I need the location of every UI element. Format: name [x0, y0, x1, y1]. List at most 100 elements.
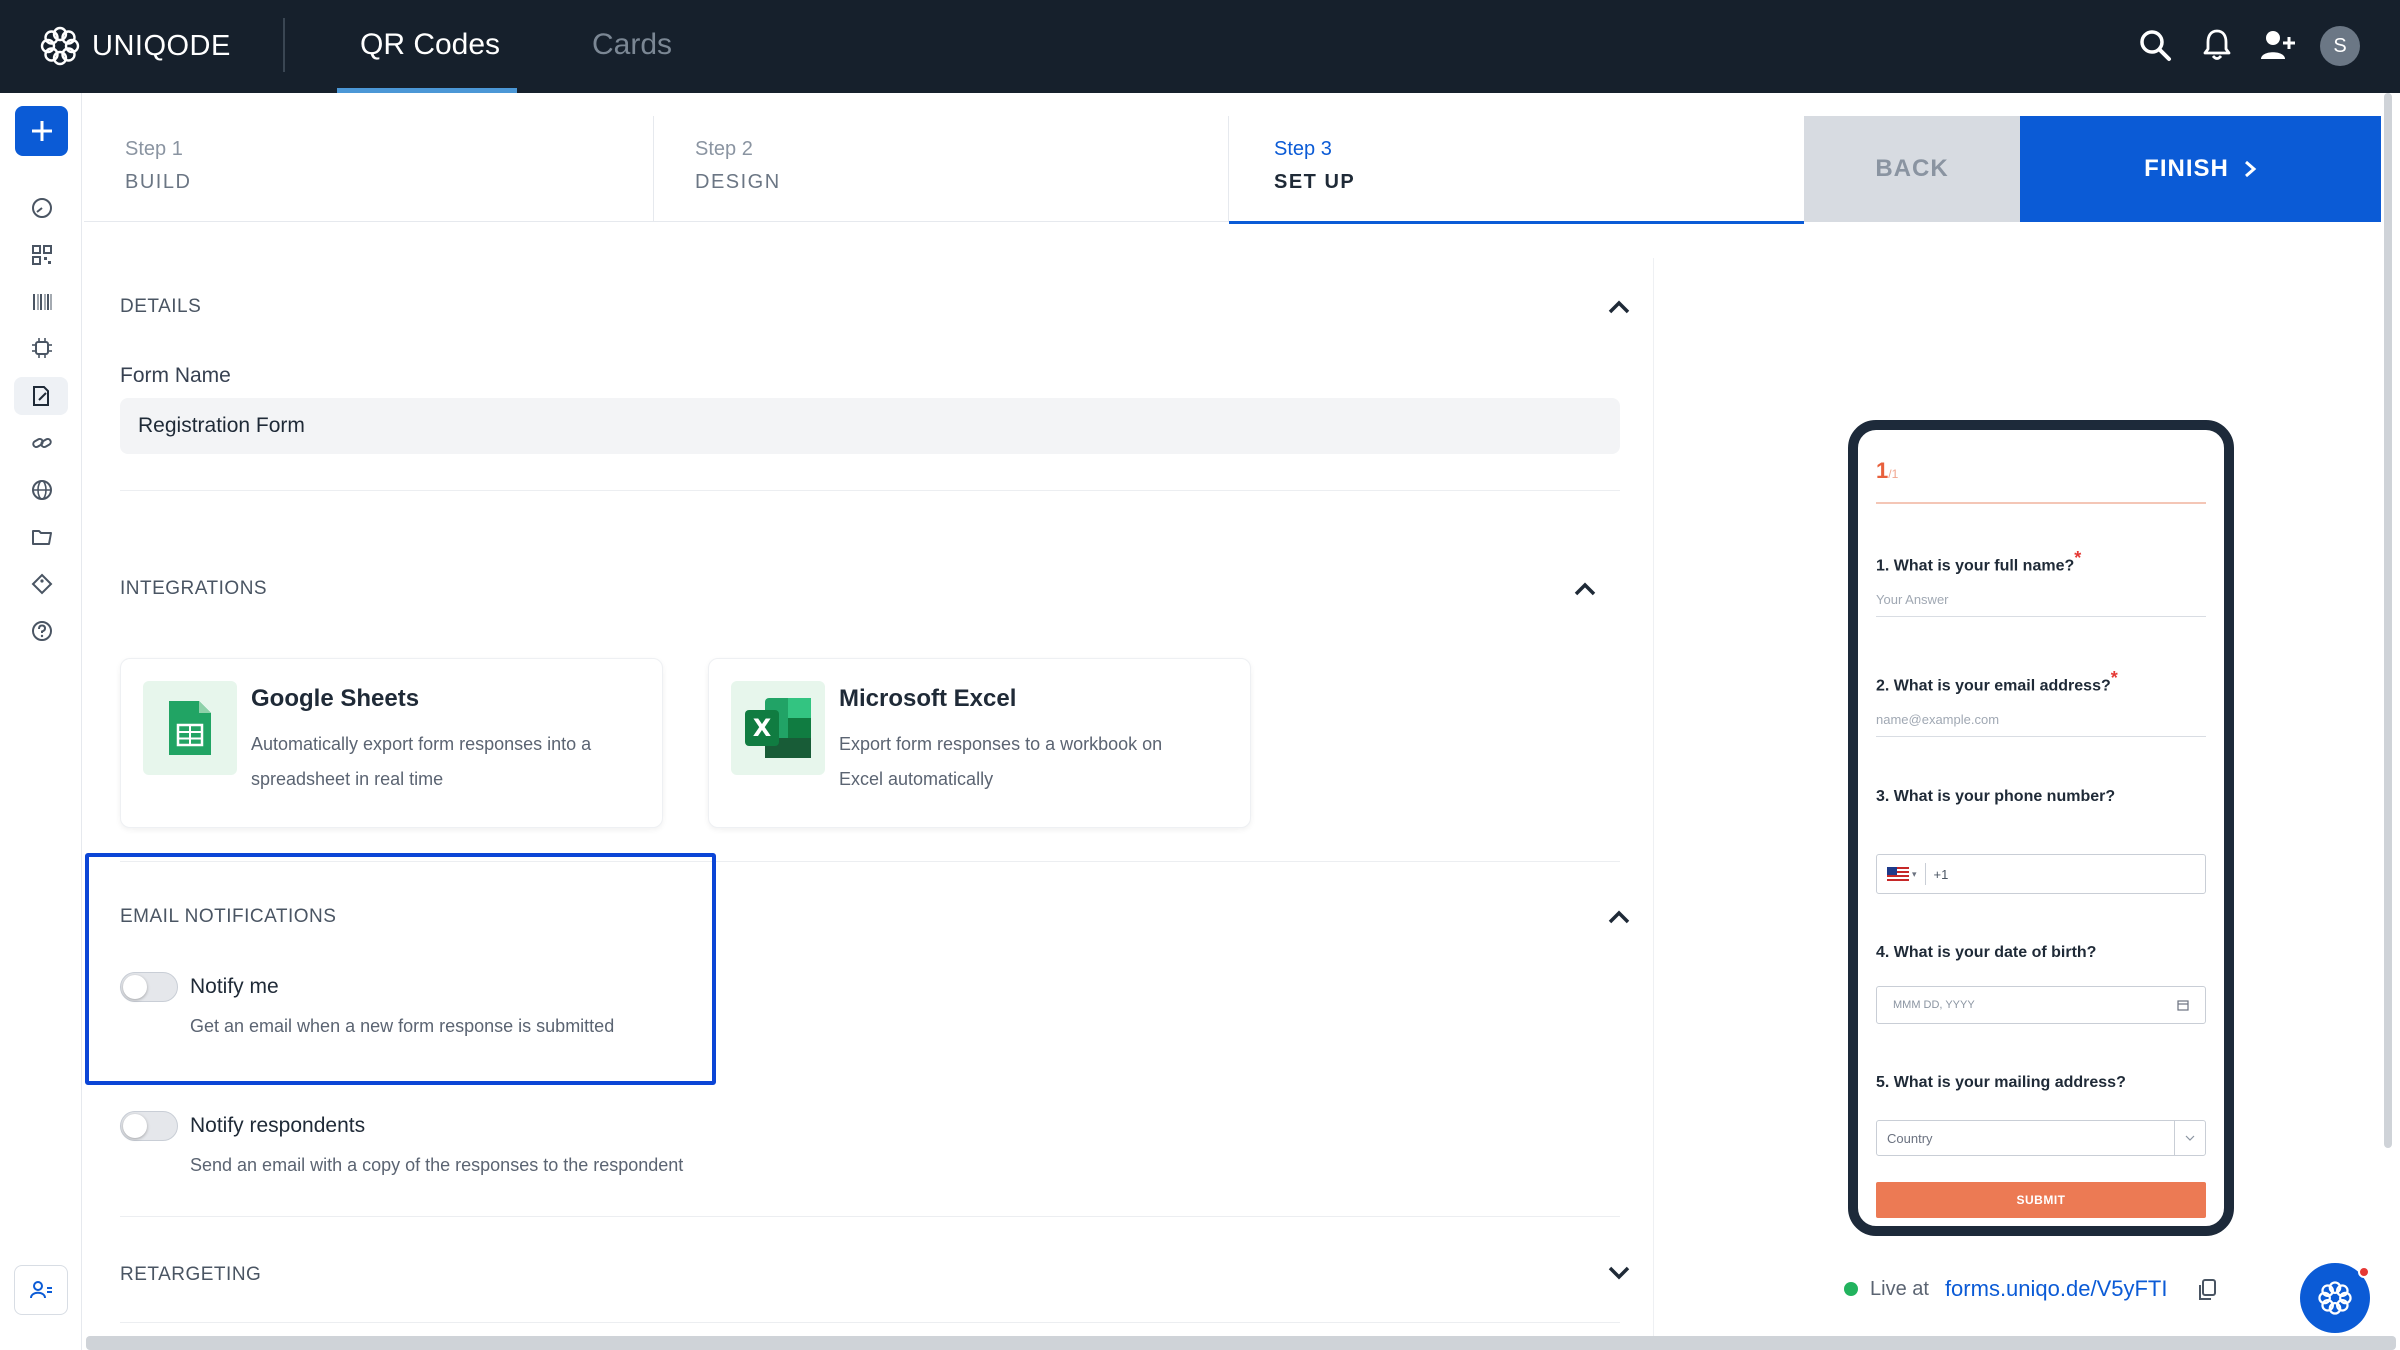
sidebar-item-barcodes[interactable]	[22, 283, 62, 321]
question-label: 2. What is your email address?	[1876, 677, 2111, 695]
email-notifications-section-title: EMAIL NOTIFICATIONS	[120, 906, 337, 927]
step-set-up[interactable]: Step 3 SET UP	[1229, 116, 1804, 224]
question-label: 1. What is your full name?	[1876, 557, 2075, 575]
sidebar-item-domains[interactable]	[22, 471, 62, 509]
page-total: /1	[1888, 467, 1899, 481]
uniqode-logo-icon	[40, 26, 80, 66]
qr-code-icon	[32, 245, 52, 265]
chevron-up-icon	[1608, 300, 1630, 314]
top-navigation-bar: UNIQODE QR Codes Cards S	[0, 0, 2400, 93]
page-current: 1	[1876, 458, 1889, 483]
excel-icon: X	[731, 681, 825, 775]
globe-icon	[32, 480, 52, 500]
form-name-input[interactable]: Registration Form	[120, 398, 1620, 454]
notify-me-toggle[interactable]	[120, 972, 178, 1002]
notify-me-description: Get an email when a new form response is…	[190, 1016, 615, 1036]
dashboard-icon	[32, 198, 52, 218]
sidebar-item-tags[interactable]	[22, 565, 62, 603]
sidebar-item-ai[interactable]	[22, 329, 62, 367]
field-divider	[1924, 863, 1926, 885]
horizontal-scrollbar[interactable]	[86, 1336, 2396, 1350]
sidebar-item-links[interactable]	[22, 424, 62, 462]
preview-question: 5. What is your mailing address?	[1876, 1074, 2126, 1091]
tab-qr-codes[interactable]: QR Codes	[360, 28, 500, 62]
svg-text:X: X	[753, 714, 772, 742]
step-name: BUILD	[125, 171, 192, 193]
step-name: DESIGN	[695, 171, 781, 193]
answer-underline	[1876, 616, 2206, 617]
section-divider	[120, 1216, 1620, 1217]
answer-placeholder: name@example.com	[1876, 712, 2000, 727]
barcode-icon	[33, 294, 52, 310]
back-button[interactable]: BACK	[1804, 116, 2020, 222]
country-placeholder: Country	[1887, 1130, 1933, 1146]
live-status-dot	[1844, 1282, 1858, 1296]
expand-retargeting-button[interactable]	[1604, 1258, 1634, 1288]
step-name: SET UP	[1274, 171, 1356, 193]
preview-question: 4. What is your date of birth?	[1876, 944, 2097, 961]
user-avatar[interactable]: S	[2320, 26, 2360, 66]
notification-dot	[2358, 1266, 2370, 1278]
chevron-right-icon	[2244, 160, 2257, 178]
notify-me-label: Notify me	[190, 975, 279, 998]
step-build[interactable]: Step 1 BUILD	[84, 116, 654, 222]
finish-button[interactable]: FINISH	[2020, 116, 2381, 222]
step-design[interactable]: Step 2 DESIGN	[654, 116, 1229, 222]
google-sheets-integration-card[interactable]: Google Sheets Automatically export form …	[120, 658, 663, 828]
preview-question: 3. What is your phone number?	[1876, 788, 2116, 805]
progress-line	[1876, 502, 2206, 504]
description-line: Export form responses to a workbook on	[839, 734, 1163, 754]
microsoft-excel-integration-card[interactable]: X Microsoft Excel Export form responses …	[708, 658, 1251, 828]
brand-logo[interactable]: UNIQODE	[38, 24, 231, 68]
collapse-details-button[interactable]	[1604, 292, 1634, 322]
brand-name: UNIQODE	[92, 29, 231, 62]
phone-prefix: +1	[1933, 866, 1949, 882]
form-icon	[33, 386, 49, 406]
sidebar-item-forms[interactable]	[14, 377, 68, 415]
folder-icon	[32, 530, 52, 545]
sidebar-item-help[interactable]	[22, 612, 62, 650]
collapse-integrations-button[interactable]	[1570, 574, 1600, 604]
step-number: Step 3	[1274, 138, 1332, 160]
uniqode-logo-icon	[2318, 1281, 2352, 1315]
description-line: Automatically export form responses into…	[251, 734, 592, 754]
answer-underline	[1876, 736, 2206, 737]
finish-label: FINISH	[2144, 155, 2229, 182]
sidebar-item-qr-codes[interactable]	[22, 236, 62, 274]
live-url-link[interactable]: forms.uniqo.de/V5yFTI	[1945, 1276, 2168, 1302]
vertical-scrollbar[interactable]	[2384, 93, 2392, 1148]
google-sheets-icon	[143, 681, 237, 775]
setup-panel: DETAILS Form Name Registration Form INTE…	[84, 258, 1654, 1350]
create-new-button[interactable]	[15, 106, 68, 156]
plus-icon	[31, 121, 52, 141]
collapse-email-notifications-button[interactable]	[1604, 902, 1634, 932]
preview-question: 1. What is your full name?*	[1876, 548, 2081, 575]
section-divider	[120, 861, 1620, 862]
search-icon[interactable]	[2135, 25, 2175, 65]
tab-cards[interactable]: Cards	[592, 28, 672, 62]
add-user-icon[interactable]	[2258, 25, 2298, 65]
form-name-label: Form Name	[120, 364, 231, 387]
sidebar-item-dashboard[interactable]	[22, 189, 62, 227]
wizard-steps: Step 1 BUILD Step 2 DESIGN Step 3 SET UP	[84, 116, 1804, 224]
notify-respondents-label: Notify respondents	[190, 1114, 366, 1137]
chevron-down-icon	[1608, 1266, 1630, 1280]
help-icon	[32, 621, 52, 641]
bell-icon[interactable]	[2197, 25, 2237, 65]
answer-placeholder: Your Answer	[1876, 592, 1949, 607]
sidebar-item-collections[interactable]	[22, 518, 62, 556]
notify-respondents-toggle[interactable]	[120, 1111, 178, 1141]
preview-submit-button: SUBMIT	[1876, 1182, 2206, 1218]
sidebar-users-button[interactable]	[14, 1265, 68, 1315]
tag-icon	[31, 573, 53, 595]
description-line: spreadsheet in real time	[251, 769, 444, 789]
date-of-birth-field: MMM DD, YYYY	[1876, 986, 2206, 1024]
copy-icon[interactable]	[2196, 1278, 2218, 1307]
chevron-up-icon	[1574, 582, 1596, 596]
link-icon	[32, 438, 52, 448]
ai-chip-icon	[32, 338, 52, 358]
integration-description: Export form responses to a workbook on E…	[839, 727, 1229, 797]
notify-respondents-description: Send an email with a copy of the respons…	[190, 1155, 684, 1175]
step-number: Step 2	[695, 138, 753, 160]
required-marker: *	[2110, 668, 2118, 688]
